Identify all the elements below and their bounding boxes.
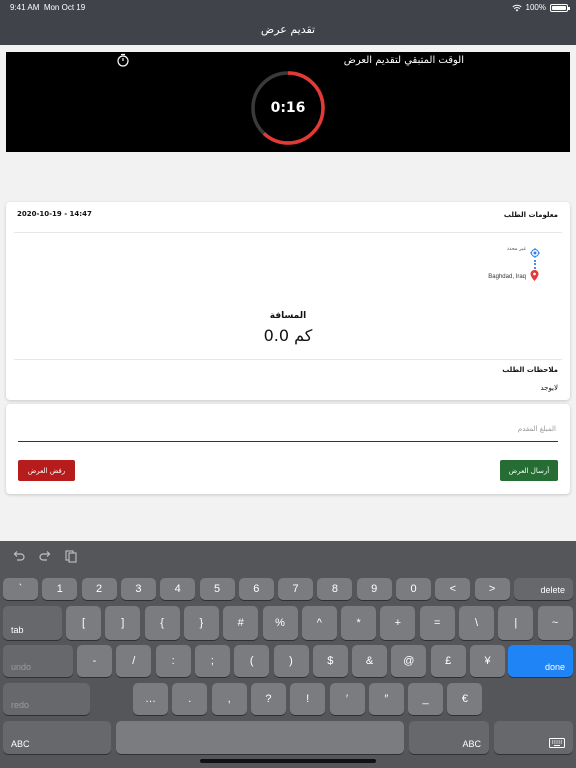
key-6[interactable]: ^ — [301, 606, 337, 640]
paste-icon[interactable] — [64, 549, 78, 563]
divider — [14, 359, 562, 360]
offer-amount-input[interactable] — [18, 416, 558, 442]
destination-pin-icon — [530, 270, 539, 281]
key-7[interactable]: & — [352, 645, 388, 677]
send-offer-button[interactable]: أرسال العرض — [500, 460, 558, 481]
key-4[interactable]: # — [223, 606, 259, 640]
key-10[interactable]: ¥ — [470, 645, 505, 677]
key-7[interactable]: _ — [408, 683, 444, 715]
order-notes-label: ملاحظات الطلب — [502, 366, 558, 374]
delete-key[interactable]: delete — [514, 578, 573, 600]
key-12[interactable]: > — [474, 578, 510, 600]
key-1[interactable]: / — [116, 645, 152, 677]
origin-text: غير محدد — [506, 246, 526, 252]
key-8[interactable]: @ — [391, 645, 427, 677]
key-6[interactable]: ″ — [368, 683, 404, 715]
key-4[interactable]: 4 — [160, 578, 196, 600]
timer-title: الوقت المتبقي لتقديم العرض — [343, 55, 464, 66]
key-5[interactable]: ′ — [329, 683, 365, 715]
key-9[interactable]: = — [419, 606, 455, 640]
key-5[interactable]: ) — [273, 645, 309, 677]
key-8[interactable]: € — [447, 683, 483, 715]
key-3[interactable]: } — [183, 606, 219, 640]
offer-card: رفض العرض أرسال العرض — [6, 404, 570, 494]
home-indicator — [200, 759, 376, 763]
timer-value: 0:16 — [270, 100, 306, 116]
key-6[interactable]: $ — [312, 645, 348, 677]
top-bar: 9:41 AM Mon Oct 19 100% تقديم عرض — [0, 0, 576, 45]
battery-fill — [552, 5, 566, 10]
key-4[interactable]: ( — [234, 645, 270, 677]
key-0[interactable]: ` — [3, 578, 38, 600]
origin-location-icon — [530, 248, 540, 258]
key-5[interactable]: % — [262, 606, 298, 640]
key-10[interactable]: 0 — [396, 578, 431, 600]
key-8[interactable]: + — [380, 606, 416, 640]
reject-offer-button[interactable]: رفض العرض — [18, 460, 75, 481]
key-6[interactable]: 6 — [238, 578, 274, 600]
order-datetime: 2020-10-19 - 14:47 — [17, 210, 92, 218]
key-10[interactable]: \ — [459, 606, 494, 640]
status-right: 100% — [511, 3, 570, 12]
key-11[interactable]: < — [435, 578, 471, 600]
done-key[interactable]: done — [508, 645, 573, 677]
tab-key[interactable]: tab — [3, 606, 62, 640]
key-0[interactable]: [ — [66, 606, 101, 640]
order-info-card: 2020-10-19 - 14:47 معلومات الطلب غير محد… — [6, 202, 570, 400]
key-1[interactable]: 1 — [42, 578, 78, 600]
key-3[interactable]: ? — [250, 683, 286, 715]
status-clock: 9:41 AM — [10, 3, 40, 12]
key-5[interactable]: 5 — [199, 578, 235, 600]
redo-icon[interactable] — [38, 549, 52, 563]
divider — [14, 232, 562, 233]
key-4[interactable]: ! — [290, 683, 326, 715]
key-3[interactable]: ; — [194, 645, 230, 677]
battery-icon — [550, 3, 570, 12]
order-notes-value: لايوجد — [540, 384, 558, 392]
key-1[interactable]: . — [172, 683, 208, 715]
undo-icon[interactable] — [12, 549, 26, 563]
key-0[interactable]: … — [133, 683, 168, 715]
undo-key[interactable]: undo — [3, 645, 73, 677]
distance-label: المسافة — [269, 311, 307, 321]
key-7[interactable]: 7 — [278, 578, 314, 600]
key-9[interactable]: £ — [430, 645, 466, 677]
key-1[interactable]: ] — [105, 606, 141, 640]
destination-text: Baghdad, Iraq — [488, 274, 526, 280]
key-2[interactable]: , — [211, 683, 247, 715]
status-date: Mon Oct 19 — [43, 3, 86, 12]
key-11[interactable]: | — [498, 606, 534, 640]
keyboard-hide-icon — [549, 738, 565, 748]
abc-key-right[interactable]: ABC — [409, 721, 489, 754]
key-8[interactable]: 8 — [317, 578, 353, 600]
key-3[interactable]: 3 — [120, 578, 156, 600]
distance-value: 0.0 كم — [263, 326, 313, 345]
key-0[interactable]: - — [77, 645, 112, 677]
abc-key-left[interactable]: ABC — [3, 721, 111, 754]
redo-key[interactable]: redo — [3, 683, 90, 715]
wifi-icon — [511, 4, 522, 11]
keyboard-dismiss-key[interactable] — [494, 721, 573, 754]
on-screen-keyboard: ` 1 2 3 4 5 6 7 8 9 0 < > delete tab[]{} #% ^ * + = \ | ~ undo -… — [0, 541, 576, 768]
order-info-label: معلومات الطلب — [503, 211, 558, 219]
key-12[interactable]: ~ — [537, 606, 573, 640]
key-7[interactable]: * — [341, 606, 377, 640]
space-key[interactable] — [116, 721, 404, 754]
key-2[interactable]: { — [144, 606, 180, 640]
key-2[interactable]: 2 — [81, 578, 117, 600]
page-title: تقديم عرض — [260, 23, 316, 36]
key-2[interactable]: : — [155, 645, 191, 677]
stopwatch-icon — [117, 53, 129, 67]
timer-panel: الوقت المتبقي لتقديم العرض 0:16 — [6, 52, 570, 152]
status-time: 9:41 AM Mon Oct 19 — [10, 3, 85, 12]
battery-percent: 100% — [525, 3, 546, 12]
key-9[interactable]: 9 — [356, 578, 392, 600]
